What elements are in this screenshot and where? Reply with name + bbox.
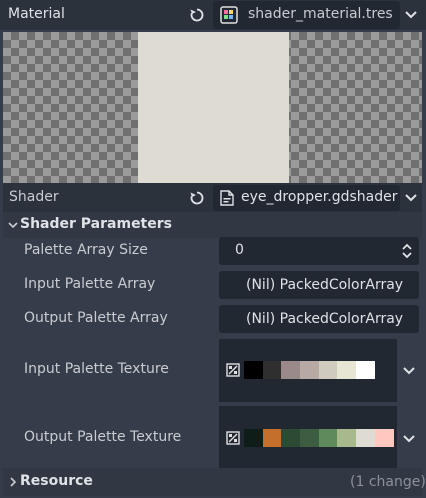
gradient-texture-icon [226,362,240,381]
palette-array-size-value[interactable]: 0 [235,242,244,258]
param-label: Output Palette Texture [24,429,182,445]
palette-color-swatch [300,361,319,379]
palette-color-swatch [337,429,357,447]
palette-color-swatch [262,361,282,379]
palette-color-swatch [244,361,263,379]
resource-section-title[interactable]: Resource [20,473,93,489]
preview-color-swatch [138,32,289,183]
material-resource-name[interactable]: shader_material.tres [248,6,393,22]
palette-color-swatch [318,429,338,447]
palette-color-swatch [262,429,282,447]
palette-color-swatch [318,361,338,379]
reset-icon[interactable] [186,4,208,26]
palette-color-swatch [281,429,301,447]
resource-change-count: (1 change) [350,474,426,490]
shader-material-icon [220,6,238,28]
shader-label: Shader [9,189,59,205]
param-label: Input Palette Array [24,276,156,292]
chevron-down-icon[interactable] [402,6,420,24]
input-palette-swatches [244,361,375,379]
chevron-down-icon[interactable] [400,430,418,448]
chevron-down-icon[interactable] [402,189,420,207]
material-header: Material shader_material.tres [0,0,426,30]
palette-color-swatch [281,361,301,379]
gradient-texture-icon [226,430,240,449]
shader-reset-icon[interactable] [186,187,208,209]
shader-parameters-title[interactable]: Shader Parameters [20,216,172,232]
palette-color-swatch [374,429,394,447]
palette-color-swatch [337,361,357,379]
input-palette-array-value[interactable]: (Nil) PackedColorArray [246,277,403,293]
param-label: Output Palette Array [24,310,168,326]
palette-color-swatch [300,429,319,447]
palette-color-swatch [356,429,375,447]
palette-color-swatch [356,361,375,379]
spinner-arrows-icon[interactable] [401,242,413,264]
shader-file-name[interactable]: eye_dropper.gdshader [241,189,398,205]
output-palette-swatches [244,429,394,447]
output-palette-array-value[interactable]: (Nil) PackedColorArray [246,311,403,327]
chevron-down-icon[interactable] [400,362,418,380]
param-label: Input Palette Texture [24,361,169,377]
material-label: Material [8,6,65,22]
palette-color-swatch [244,429,263,447]
shader-file-icon [220,190,234,210]
palette-array-size-spinbox[interactable] [219,237,419,265]
param-label: Palette Array Size [24,242,148,258]
